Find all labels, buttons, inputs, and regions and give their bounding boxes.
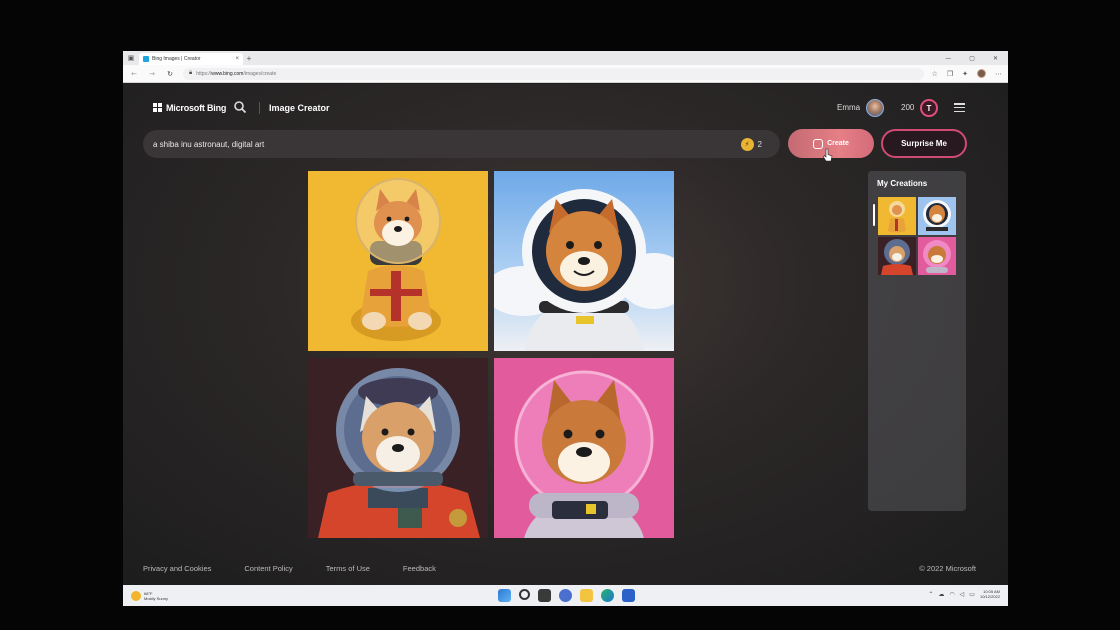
shiba-astronaut-image	[308, 358, 488, 538]
prompt-input[interactable]	[153, 139, 741, 149]
browser-profile-icon[interactable]	[977, 69, 986, 78]
generated-image-3[interactable]	[308, 358, 488, 538]
chevron-up-icon[interactable]: ⌃	[928, 591, 933, 598]
browser-tab[interactable]: Bing Images | Creator ×	[139, 53, 243, 65]
footer-link-privacy[interactable]: Privacy and Cookies	[143, 564, 211, 573]
edge-icon[interactable]	[601, 589, 614, 602]
footer-link-terms[interactable]: Terms of Use	[326, 564, 370, 573]
copyright: © 2022 Microsoft	[919, 563, 976, 573]
menu-icon[interactable]	[954, 103, 965, 112]
refresh-icon[interactable]: ↻	[165, 70, 175, 78]
footer-link-content-policy[interactable]: Content Policy	[244, 564, 292, 573]
my-creations-panel: My Creations	[868, 171, 966, 511]
browser-tab-strip: ▣ Bing Images | Creator × + — ▢ ✕	[123, 51, 1008, 65]
thumbnail-image	[878, 237, 916, 275]
clock[interactable]: 10:05 AM 10/12/2022	[980, 589, 1000, 599]
more-icon[interactable]: ⋯	[995, 70, 1002, 78]
creation-thumbnail-1[interactable]	[878, 197, 916, 235]
shiba-astronaut-image	[494, 171, 674, 351]
clock-date: 10/12/2022	[979, 594, 1000, 599]
my-creations-title: My Creations	[877, 179, 928, 188]
minimize-icon[interactable]: —	[945, 55, 951, 62]
page-title[interactable]: Image Creator	[269, 103, 330, 113]
chat-icon[interactable]	[559, 589, 572, 602]
forward-icon[interactable]: →	[147, 70, 157, 78]
header-divider	[259, 102, 260, 114]
mouse-pointer-icon	[823, 148, 833, 162]
taskbar-search-icon[interactable]	[519, 589, 530, 600]
sun-icon	[131, 590, 141, 601]
thumbnail-image	[918, 197, 956, 235]
browser-toolbar-icons: ☆ ❐ ✦ ⋯	[932, 69, 1002, 78]
task-view-icon[interactable]	[538, 589, 551, 602]
create-label: Create	[827, 140, 849, 147]
volume-icon[interactable]: ◁	[960, 591, 965, 598]
new-tab-button[interactable]: +	[243, 54, 255, 63]
surprise-me-button[interactable]: Surprise Me	[881, 129, 967, 158]
selected-indicator	[873, 204, 875, 226]
lock-icon: 🔒︎	[189, 70, 193, 76]
shiba-astronaut-image	[494, 358, 674, 538]
maximize-icon[interactable]: ▢	[969, 55, 975, 62]
footer-link-feedback[interactable]: Feedback	[403, 564, 436, 573]
weather-desc: Mostly Sunny	[144, 595, 169, 601]
page-header: Microsoft Bing Image Creator Emma 200 T	[123, 84, 1008, 128]
store-icon[interactable]	[622, 589, 635, 602]
window-controls: — ▢ ✕	[945, 55, 1008, 62]
microsoft-logo-icon[interactable]	[153, 103, 162, 112]
image-creator-page: Microsoft Bing Image Creator Emma 200 T …	[123, 84, 1008, 585]
screen: ▣ Bing Images | Creator × + — ▢ ✕ ← → ↻ …	[123, 51, 1008, 606]
file-explorer-icon[interactable]	[580, 589, 593, 602]
collections-icon[interactable]: ❐	[947, 70, 953, 78]
address-bar-row: ← → ↻ 🔒︎ https://www.bing.com/images/cre…	[123, 65, 1008, 83]
url-prefix: https://	[196, 70, 212, 77]
back-icon[interactable]: ←	[129, 70, 139, 78]
tab-actions-icon[interactable]: ▣	[123, 51, 139, 65]
creation-thumbnail-2[interactable]	[918, 197, 956, 235]
start-icon[interactable]	[498, 589, 511, 602]
generated-image-2[interactable]	[494, 171, 674, 351]
window-close-icon[interactable]: ✕	[993, 55, 998, 62]
bing-favicon-icon	[143, 56, 149, 62]
generated-image-1[interactable]	[308, 171, 488, 351]
thumbnail-image	[878, 197, 916, 235]
avatar[interactable]	[866, 99, 884, 117]
rewards-trophy-icon[interactable]: T	[920, 99, 938, 117]
extensions-icon[interactable]: ✦	[962, 70, 968, 78]
search-icon[interactable]	[233, 100, 247, 114]
create-icon	[813, 138, 824, 149]
weather-widget[interactable]: 68°F Mostly Sunny	[123, 590, 169, 601]
rewards-points[interactable]: 200	[901, 103, 914, 112]
creation-thumbnail-3[interactable]	[878, 237, 916, 275]
page-footer: Privacy and Cookies Content Policy Terms…	[123, 551, 1008, 585]
tab-title: Bing Images | Creator	[152, 56, 201, 62]
boost-count: 2	[757, 139, 762, 149]
brand-name[interactable]: Microsoft Bing	[166, 103, 226, 113]
taskbar: 68°F Mostly Sunny ⌃ ☁ ◠ ◁ ▭ 10:05 AM 10/…	[123, 585, 1008, 606]
shiba-astronaut-image	[308, 171, 488, 351]
system-tray: ⌃ ☁ ◠ ◁ ▭ 10:05 AM 10/12/2022	[928, 589, 1000, 599]
thumbnail-image	[918, 237, 956, 275]
wifi-icon[interactable]: ◠	[949, 591, 954, 598]
cloud-icon[interactable]: ☁	[938, 591, 944, 598]
url-field[interactable]: 🔒︎ https://www.bing.com/images/create	[183, 67, 924, 80]
url-path: /images/create	[243, 70, 277, 77]
boost-coin-icon: ⚡︎	[740, 137, 754, 151]
tab-close-icon[interactable]: ×	[235, 56, 239, 62]
battery-icon[interactable]: ▭	[969, 591, 975, 598]
user-name[interactable]: Emma	[837, 103, 860, 112]
taskbar-apps	[498, 589, 635, 602]
url-host: www.bing.com	[211, 70, 244, 77]
favorites-icon[interactable]: ☆	[932, 70, 938, 78]
generated-image-4[interactable]	[494, 358, 674, 538]
prompt-bar: ⚡︎ 2	[143, 130, 780, 158]
creation-thumbnail-4[interactable]	[918, 237, 956, 275]
